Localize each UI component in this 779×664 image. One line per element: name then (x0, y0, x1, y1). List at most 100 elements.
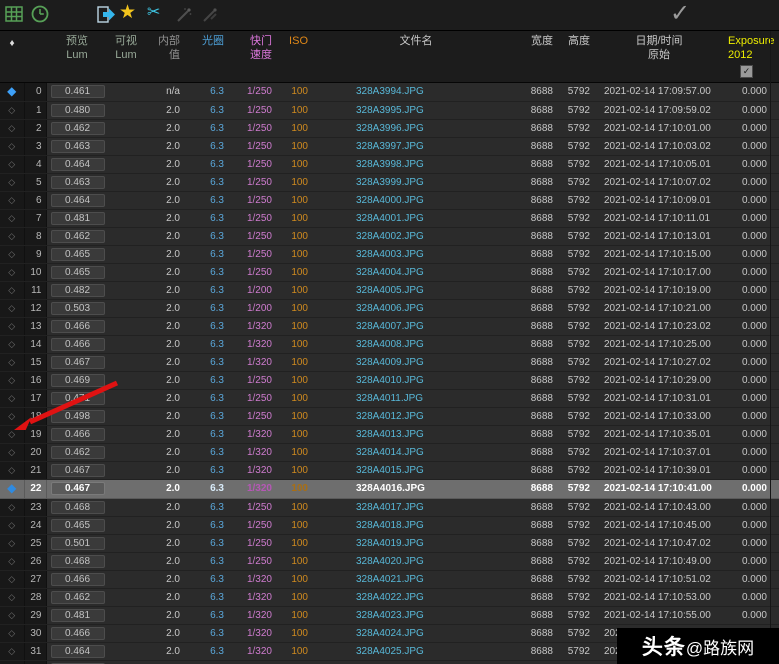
keyframe-cell[interactable]: ◇ (0, 425, 25, 444)
exposure-2012-checkbox[interactable]: ✓ (740, 65, 753, 78)
keyframe-cell[interactable]: ◇ (0, 335, 25, 354)
filename-cell: 328A4011.JPG (312, 389, 520, 408)
row-number-cell: 7 (24, 209, 47, 228)
keyframe-cell[interactable]: ◇ (0, 443, 25, 462)
preview-lum-value: 0.467 (50, 482, 105, 495)
table-row[interactable]: ◇ 28 0.462 2.0 6.3 1/320 100 328A4022.JP… (0, 588, 779, 607)
table-row[interactable]: ◇ 4 0.464 2.0 6.3 1/250 100 328A3998.JPG… (0, 155, 779, 174)
keyframe-cell[interactable]: ◇ (0, 516, 25, 535)
keyframe-cell[interactable]: ◇ (0, 299, 25, 318)
table-row[interactable]: ◇ 24 0.465 2.0 6.3 1/250 100 328A4018.JP… (0, 516, 779, 535)
column-header-keyframe[interactable]: ♦ (0, 31, 24, 83)
keyframe-cell[interactable]: ◇ (0, 245, 25, 264)
table-row[interactable]: ◇ 16 0.469 2.0 6.3 1/250 100 328A4010.JP… (0, 371, 779, 390)
keyframe-cell[interactable]: ◇ (0, 534, 25, 553)
keyframe-wand-icon-2[interactable] (201, 6, 219, 24)
table-row[interactable]: ◇ 15 0.467 2.0 6.3 1/320 100 328A4009.JP… (0, 353, 779, 372)
table-row[interactable]: ◇ 6 0.464 2.0 6.3 1/250 100 328A4000.JPG… (0, 191, 779, 210)
keyframe-cell[interactable]: ◇ (0, 173, 25, 192)
keyframe-cell[interactable]: ◇ (0, 353, 25, 372)
diamond-icon: ◇ (8, 447, 16, 457)
table-row[interactable]: ◇ 5 0.463 2.0 6.3 1/250 100 328A3999.JPG… (0, 173, 779, 192)
table-row[interactable]: ◆ 0 0.461 n/a 6.3 1/250 100 328A3994.JPG… (0, 82, 779, 102)
column-header-width[interactable]: 宽度 (520, 31, 556, 83)
keyframe-cell[interactable]: ◇ (0, 281, 25, 300)
keyframe-cell[interactable]: ◇ (0, 209, 25, 228)
keyframe-cell[interactable]: ◇ (0, 660, 25, 664)
column-header-shutter[interactable]: 快门 速度 (228, 31, 276, 83)
keyframe-cell[interactable]: ◇ (0, 552, 25, 571)
table-row[interactable]: ◇ 25 0.501 2.0 6.3 1/250 100 328A4019.JP… (0, 534, 779, 553)
table-row[interactable]: ◇ 2 0.462 2.0 6.3 1/250 100 328A3996.JPG… (0, 119, 779, 138)
keyframe-cell[interactable]: ◇ (0, 389, 25, 408)
diamond-icon: ◇ (8, 592, 16, 602)
table-row[interactable]: ◇ 21 0.467 2.0 6.3 1/320 100 328A4015.JP… (0, 461, 779, 480)
table-row[interactable]: ◇ 26 0.468 2.0 6.3 1/250 100 328A4020.JP… (0, 552, 779, 571)
column-header-height[interactable]: 高度 (556, 31, 594, 83)
clock-icon[interactable] (30, 4, 50, 24)
keyframe-cell[interactable]: ◇ (0, 227, 25, 246)
keyframe-cell[interactable]: ◇ (0, 371, 25, 390)
keyframe-cell[interactable]: ◆ (0, 479, 25, 499)
keyframe-cell[interactable]: ◇ (0, 570, 25, 589)
shutter-cell: 1/250 (228, 516, 276, 535)
column-header-iso[interactable]: ISO (276, 31, 312, 83)
table-row[interactable]: ◇ 29 0.481 2.0 6.3 1/320 100 328A4023.JP… (0, 606, 779, 625)
table-row[interactable]: ◇ 18 0.498 2.0 6.3 1/250 100 328A4012.JP… (0, 407, 779, 426)
apply-check-icon[interactable]: ✓ (670, 0, 690, 29)
table-row[interactable]: ◇ 8 0.462 2.0 6.3 1/250 100 328A4002.JPG… (0, 227, 779, 246)
table-row[interactable]: ◇ 27 0.466 2.0 6.3 1/320 100 328A4021.JP… (0, 570, 779, 589)
keyframe-cell[interactable]: ◇ (0, 461, 25, 480)
table-row[interactable]: ◇ 1 0.480 2.0 6.3 1/250 100 328A3995.JPG… (0, 101, 779, 120)
table-row[interactable]: ◇ 7 0.481 2.0 6.3 1/250 100 328A4001.JPG… (0, 209, 779, 228)
table-row[interactable]: ◇ 14 0.466 2.0 6.3 1/320 100 328A4008.JP… (0, 335, 779, 354)
column-header-index[interactable] (24, 31, 46, 83)
keyframe-cell[interactable]: ◆ (0, 82, 25, 102)
table-row[interactable]: ◇ 9 0.465 2.0 6.3 1/250 100 328A4003.JPG… (0, 245, 779, 264)
column-header-datetime-original[interactable]: 日期/时间 原始 (594, 31, 724, 83)
keyframe-cell[interactable]: ◇ (0, 317, 25, 336)
keyframe-cell[interactable]: ◇ (0, 263, 25, 282)
table-row[interactable]: ◆ 22 0.467 2.0 6.3 1/320 100 328A4016.JP… (0, 479, 779, 499)
keyframe-cell[interactable]: ◇ (0, 137, 25, 156)
keyframe-cell[interactable]: ◇ (0, 624, 25, 643)
row-number-cell: 29 (24, 606, 47, 625)
table-row[interactable]: ◇ 23 0.468 2.0 6.3 1/250 100 328A4017.JP… (0, 498, 779, 517)
table-row[interactable]: ◇ 10 0.465 2.0 6.3 1/250 100 328A4004.JP… (0, 263, 779, 282)
datetime-cell: 2021-02-14 17:09:57.00 (594, 82, 724, 102)
keyframe-cell[interactable]: ◇ (0, 119, 25, 138)
column-header-filename[interactable]: 文件名 (312, 31, 520, 83)
export-icon[interactable] (95, 4, 117, 26)
table-row[interactable]: ◇ 17 0.471 2.0 6.3 1/250 100 328A4011.JP… (0, 389, 779, 408)
row-number-cell: 30 (24, 624, 47, 643)
table-row[interactable]: ◇ 3 0.463 2.0 6.3 1/250 100 328A3997.JPG… (0, 137, 779, 156)
keyframe-cell[interactable]: ◇ (0, 606, 25, 625)
keyframe-cell[interactable]: ◇ (0, 498, 25, 517)
table-row[interactable]: ◇ 19 0.466 2.0 6.3 1/320 100 328A4013.JP… (0, 425, 779, 444)
keyframe-cell[interactable]: ◇ (0, 588, 25, 607)
diamond-icon: ◇ (8, 646, 16, 656)
datetime-cell: 2021-02-14 17:10:55.00 (594, 606, 724, 625)
visible-lum-cell (108, 101, 144, 120)
column-header-visible-lum[interactable]: 可视 Lum (108, 31, 144, 83)
keyframe-cell[interactable]: ◇ (0, 101, 25, 120)
scissors-cut-icon[interactable]: ✂ (147, 3, 160, 23)
keyframe-cell[interactable]: ◇ (0, 191, 25, 210)
table-row[interactable]: ◇ 11 0.482 2.0 6.3 1/200 100 328A4005.JP… (0, 281, 779, 300)
shutter-cell: 1/320 (228, 317, 276, 336)
column-header-preview-lum[interactable]: 预览 Lum (46, 31, 108, 83)
column-header-aperture[interactable]: 光圈 (186, 31, 228, 83)
table-row[interactable]: ◇ 20 0.462 2.0 6.3 1/320 100 328A4014.JP… (0, 443, 779, 462)
height-cell: 5792 (556, 101, 594, 120)
keyframe-cell[interactable]: ◇ (0, 642, 25, 661)
table-view-icon[interactable] (4, 4, 24, 24)
keyframe-wand-icon-1[interactable] (175, 6, 193, 24)
aperture-cell: 6.3 (186, 299, 228, 318)
keyframe-cell[interactable]: ◇ (0, 407, 25, 426)
diamond-icon: ◇ (8, 267, 16, 277)
column-header-internal-value[interactable]: 内部 值 (144, 31, 186, 83)
table-row[interactable]: ◇ 13 0.466 2.0 6.3 1/320 100 328A4007.JP… (0, 317, 779, 336)
table-row[interactable]: ◇ 12 0.503 2.0 6.3 1/200 100 328A4006.JP… (0, 299, 779, 318)
star-keyframe-icon[interactable]: ★ (119, 2, 136, 24)
keyframe-cell[interactable]: ◇ (0, 155, 25, 174)
